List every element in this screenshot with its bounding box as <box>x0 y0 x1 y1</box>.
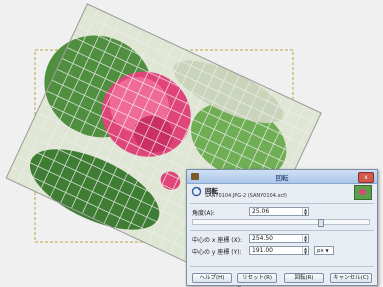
angle-slider[interactable] <box>192 219 370 227</box>
spin-arrows-icon[interactable]: ▲ ▼ <box>302 235 308 242</box>
rotate-button[interactable]: 回転(R) <box>284 273 324 283</box>
close-button[interactable]: x <box>358 172 374 183</box>
center-y-value: 191.00 <box>252 247 273 254</box>
image-thumbnail <box>354 185 372 200</box>
spin-arrows-icon[interactable]: ▲ ▼ <box>302 208 308 215</box>
center-x-label: 中心の x 座標 (X): <box>192 237 243 244</box>
image-name: SANY0104.JPG-2 (SANY0104.xcf) <box>205 193 287 199</box>
center-x-input[interactable]: 254.50 ▲ ▼ <box>249 234 309 243</box>
dialog-header: 回転 SANY0104.JPG-2 (SANY0104.xcf) <box>191 185 373 201</box>
center-x-value: 254.50 <box>252 235 273 242</box>
divider <box>190 266 374 267</box>
unit-select[interactable]: px ▼ <box>314 246 334 255</box>
dialog-titlebar[interactable]: 回転 x <box>187 170 377 184</box>
angle-input[interactable]: 25.06 ▲ ▼ <box>249 207 309 216</box>
spin-arrows-icon[interactable]: ▲ ▼ <box>302 247 308 254</box>
chevron-down-icon: ▼ <box>325 248 329 253</box>
slider-handle[interactable] <box>318 219 324 227</box>
dialog-title: 回転 <box>275 174 289 182</box>
rotate-dialog: 回転 x 回転 SANY0104.JPG-2 (SANY0104.xcf) 角度… <box>186 169 378 286</box>
cancel-button[interactable]: キャンセル(C) <box>330 273 372 283</box>
reset-button[interactable]: リセット(R) <box>237 273 277 283</box>
divider <box>190 203 374 204</box>
angle-label: 角度(A): <box>192 210 215 217</box>
center-y-label: 中心の y 座標 (Y): <box>192 249 242 256</box>
divider <box>190 230 374 231</box>
help-button[interactable]: ヘルプ(H) <box>192 273 232 283</box>
unit-value: px <box>317 248 324 254</box>
center-y-input[interactable]: 191.00 ▲ ▼ <box>249 246 309 255</box>
angle-value: 25.06 <box>252 208 270 215</box>
rotate-tool-icon <box>191 186 202 197</box>
